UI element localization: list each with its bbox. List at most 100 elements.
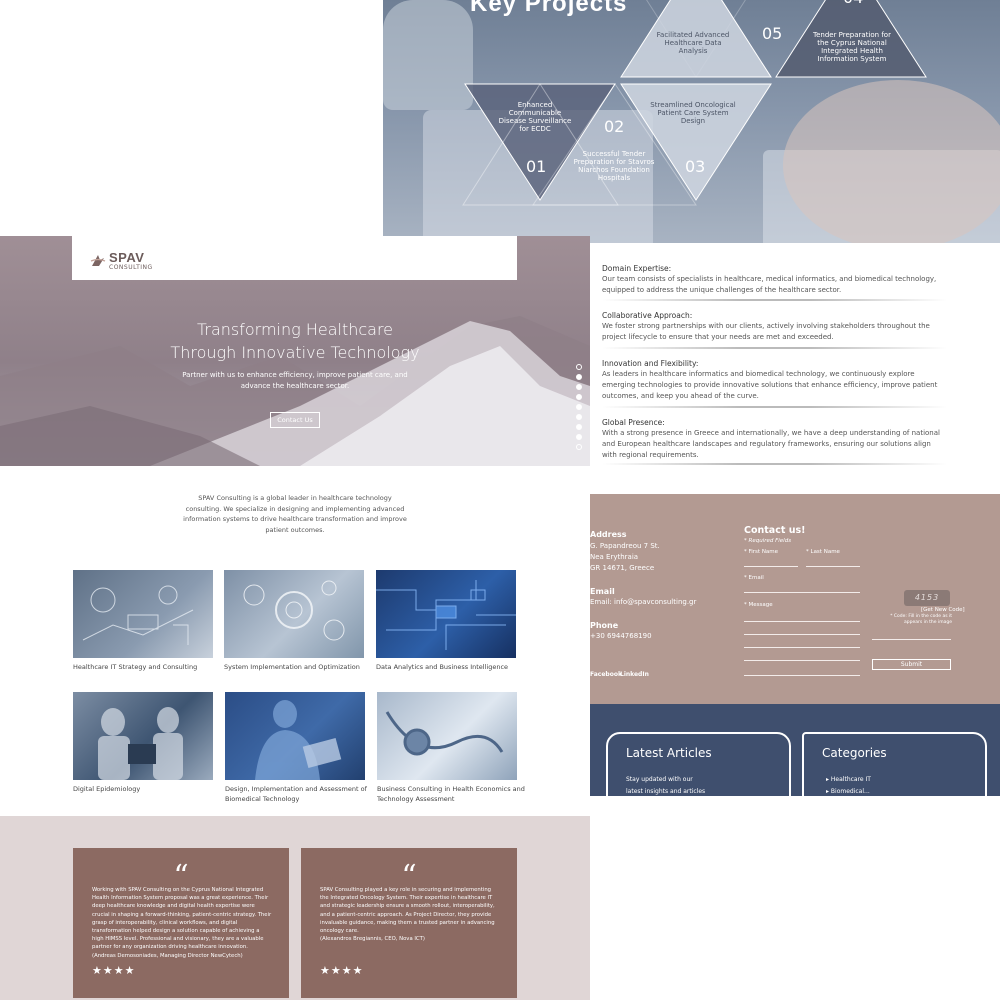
social-linkedin-link[interactable]: LinkedIn	[620, 669, 649, 680]
feature-text: Our team consists of specialists in heal…	[602, 275, 937, 294]
hero-subtitle: Partner with us to enhance efficiency, i…	[182, 371, 408, 390]
project-01-label: Enhanced Communicable Disease Surveillan…	[498, 101, 572, 133]
category-item[interactable]: ▸ Healthcare IT	[826, 774, 871, 786]
hero-title: Transforming Healthcare Through Innovati…	[150, 318, 440, 364]
captcha-new-code-link[interactable]: [Get New Code]	[921, 607, 965, 613]
hero-title-line-2: Through Innovative Technology	[170, 343, 420, 362]
service-tile-biomedical-technology[interactable]	[225, 692, 365, 780]
logo-name[interactable]: SPAV	[109, 250, 144, 265]
service-label[interactable]: Digital Epidemiology	[73, 784, 223, 794]
feature-title: Innovation and Flexibility:	[602, 359, 699, 368]
why-us-section: Domain Expertise: Our team consists of s…	[590, 243, 1000, 495]
category-item[interactable]: ▸ Biomedical...	[826, 786, 871, 796]
project-01-number: 01	[526, 157, 547, 176]
testimonial-card: “ SPAV Consulting played a key role in s…	[301, 848, 517, 998]
feature-title: Collaborative Approach:	[602, 311, 693, 320]
testimonial-text: Working with SPAV Consulting on the Cypr…	[92, 887, 272, 951]
category-label: Biomedical...	[830, 788, 870, 795]
spav-logo-icon[interactable]	[90, 252, 106, 268]
strategy-sketch-icon	[82, 585, 194, 645]
category-label: Healthcare IT	[830, 776, 871, 783]
service-tile-healthcare-it[interactable]	[73, 570, 213, 658]
hero-section: SPAV CONSULTING EN GR Menu Transforming …	[0, 236, 590, 466]
stethoscope-icon	[385, 711, 504, 756]
slider-dot-active[interactable]	[576, 374, 582, 380]
address-line-3: GR 14671, Greece	[590, 564, 655, 572]
service-tile-digital-epidemiology[interactable]	[73, 692, 213, 780]
divider	[602, 299, 947, 301]
project-04-label: Facilitated Advanced Healthcare Data Ana…	[656, 31, 730, 55]
latest-articles-title: Latest Articles	[626, 746, 712, 760]
slider-dot[interactable]	[576, 434, 582, 440]
slider-dot[interactable]	[576, 384, 582, 390]
email-link[interactable]: Email: info@spavconsulting.gr	[590, 597, 696, 608]
project-03-number: 03	[685, 157, 706, 176]
address-line-1: G. Papandreou 7 St.	[590, 542, 660, 550]
latest-articles-line-2: latest insights and articles	[626, 788, 706, 795]
address-line-2: Nea Erythraia	[590, 553, 639, 561]
message-textarea-line-1[interactable]	[744, 621, 860, 622]
slider-dot[interactable]	[576, 394, 582, 400]
feature-domain-expertise: Domain Expertise: Our team consists of s…	[602, 263, 942, 296]
testimonial-text: SPAV Consulting played a key role in sec…	[320, 887, 495, 935]
service-label[interactable]: Data Analytics and Business Intelligence	[376, 662, 526, 672]
message-field-label: * Message	[744, 602, 773, 608]
submit-button[interactable]: Submit	[872, 659, 951, 670]
feature-text: As leaders in healthcare informatics and…	[602, 370, 938, 400]
lab-researchers-icon	[98, 707, 183, 780]
phone-link[interactable]: +30 6944768190	[590, 631, 652, 642]
service-tile-health-economics[interactable]	[377, 692, 517, 780]
feature-title: Domain Expertise:	[602, 264, 672, 273]
service-label[interactable]: Design, Implementation and Assessment of…	[225, 784, 375, 804]
testimonial-author: (Alexandros Bregiannis, CEO, Nova ICT)	[320, 936, 425, 943]
rating-stars-icon: ★★★★	[92, 964, 136, 977]
divider	[602, 406, 947, 408]
logo-subtitle: CONSULTING	[109, 264, 153, 271]
language-switcher[interactable]: EN GR	[482, 239, 498, 245]
service-tile-data-analytics[interactable]	[376, 570, 516, 658]
first-name-label: * First Name	[744, 549, 779, 555]
first-name-input[interactable]	[744, 566, 798, 567]
feature-global-presence: Global Presence: With a strong presence …	[602, 417, 942, 461]
captcha-image: 4153	[904, 590, 950, 606]
last-name-label: * Last Name	[806, 549, 840, 555]
testimonial-card: “ Working with SPAV Consulting on the Cy…	[73, 848, 289, 998]
categories-title: Categories	[822, 746, 887, 760]
divider	[602, 463, 947, 465]
feature-text: With a strong presence in Greece and int…	[602, 429, 940, 459]
last-name-input[interactable]	[806, 566, 860, 567]
slider-dot[interactable]	[576, 414, 582, 420]
email-label: Email	[590, 587, 615, 596]
required-note: * Required Fields	[744, 538, 792, 544]
service-tile-system-implementation[interactable]	[224, 570, 364, 658]
menu-button[interactable]: Menu	[484, 266, 503, 274]
slider-dot[interactable]	[576, 424, 582, 430]
slider-dot[interactable]	[576, 444, 582, 450]
message-textarea-line-4[interactable]	[744, 660, 860, 661]
doctor-tablet-icon	[255, 700, 342, 780]
contact-form-title: Contact us!	[744, 525, 806, 536]
project-03-label: Streamlined Oncological Patient Care Sys…	[650, 101, 736, 125]
message-textarea-line-3[interactable]	[744, 647, 860, 648]
latest-articles-line-1: Stay updated with our	[626, 776, 693, 783]
latest-articles-text: Stay updated with our latest insights an…	[626, 774, 705, 796]
testimonial-text-block: Working with SPAV Consulting on the Cypr…	[92, 886, 272, 960]
social-facebook-link[interactable]: Facebook	[590, 669, 622, 680]
latest-articles-card[interactable]: Latest Articles Stay updated with our la…	[606, 732, 791, 796]
gear-network-icon	[243, 580, 345, 641]
captcha-input[interactable]	[872, 639, 951, 640]
slider-dot[interactable]	[576, 404, 582, 410]
address-label: Address	[590, 530, 627, 539]
message-textarea-line-5[interactable]	[744, 675, 860, 676]
categories-card: Categories ▸ Healthcare IT ▸ Biomedical.…	[802, 732, 987, 796]
project-05-label: Tender Preparation for the Cyprus Nation…	[813, 31, 891, 63]
slider-dot[interactable]	[576, 364, 582, 370]
email-field-label: * Email	[744, 575, 764, 581]
contact-us-button[interactable]: Contact Us	[270, 412, 320, 428]
email-input[interactable]	[744, 592, 860, 593]
feature-innovation: Innovation and Flexibility: As leaders i…	[602, 358, 942, 402]
service-label[interactable]: Business Consulting in Health Economics …	[377, 784, 527, 804]
service-label[interactable]: Healthcare IT Strategy and Consulting	[73, 662, 223, 672]
message-textarea-line-2[interactable]	[744, 634, 860, 635]
service-label[interactable]: System Implementation and Optimization	[224, 662, 374, 672]
